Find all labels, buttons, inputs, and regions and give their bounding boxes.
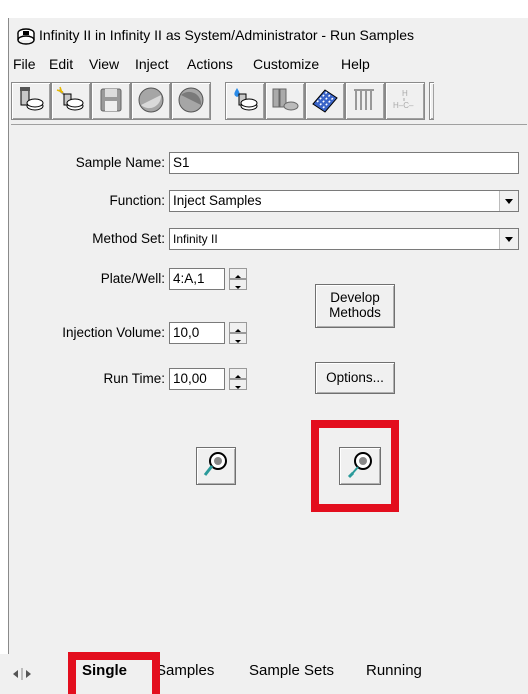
chevron-down-icon xyxy=(505,237,513,242)
toolbar: H H–C– xyxy=(9,78,528,122)
circle-button-2[interactable] xyxy=(171,82,211,120)
method-set-label: Method Set: xyxy=(92,231,165,246)
tab-samples[interactable]: Samples xyxy=(156,662,214,679)
menu-inject[interactable]: Inject xyxy=(135,56,168,72)
tab-scroll-arrows-icon[interactable] xyxy=(10,668,36,680)
wand-vial-icon xyxy=(56,86,84,111)
method-set-dropdown-button[interactable] xyxy=(499,229,518,249)
run-time-input[interactable]: 10,00 xyxy=(169,368,225,390)
inject-probe-icon xyxy=(203,452,227,476)
title-bar: Infinity II in Infinity II as System/Adm… xyxy=(9,18,528,54)
sample-name-input[interactable]: S1 xyxy=(169,152,519,174)
menu-view[interactable]: View xyxy=(89,56,119,72)
menu-bar: File Edit View Inject Actions Customize … xyxy=(9,54,528,76)
method-set-value: Infinity II xyxy=(173,232,218,246)
spin-up-button[interactable] xyxy=(229,268,247,279)
chevron-down-icon xyxy=(505,199,513,204)
run-samples-window: Infinity II in Infinity II as System/Adm… xyxy=(8,18,528,694)
wand-vial-button[interactable] xyxy=(51,82,91,120)
function-select[interactable]: Inject Samples xyxy=(169,190,519,212)
plate-well-label: Plate/Well: xyxy=(100,271,165,286)
drop-vial-icon xyxy=(234,88,258,111)
drop-vial-button[interactable] xyxy=(225,82,265,120)
tab-running[interactable]: Running xyxy=(366,662,422,679)
column-bars-icon xyxy=(354,89,374,110)
develop-methods-button[interactable]: Develop Methods xyxy=(315,284,395,328)
tab-bar: Single Samples Sample Sets Running xyxy=(0,652,528,694)
vials-button[interactable] xyxy=(265,82,305,120)
options-button[interactable]: Options... xyxy=(315,362,395,394)
menu-help[interactable]: Help xyxy=(341,56,370,72)
method-set-select[interactable]: Infinity II xyxy=(169,228,519,250)
menu-edit[interactable]: Edit xyxy=(49,56,73,72)
column-bars-button[interactable] xyxy=(345,82,385,120)
vials-icon xyxy=(272,88,299,111)
chemical-formula-button[interactable]: H H–C– xyxy=(385,82,425,120)
highlight-box-single-tab xyxy=(68,652,160,694)
save-button[interactable] xyxy=(91,82,131,120)
spin-down-icon xyxy=(235,286,241,289)
circle-button-1[interactable] xyxy=(131,82,171,120)
injection-volume-label: Injection Volume: xyxy=(62,325,165,340)
function-label: Function: xyxy=(109,193,165,208)
toolbar-edge xyxy=(429,82,434,120)
inject-probe-button[interactable] xyxy=(196,447,236,485)
single-sample-form: Sample Name: S1 Function: Inject Samples… xyxy=(11,124,527,672)
sample-name-label: Sample Name: xyxy=(75,155,165,170)
svg-text:H: H xyxy=(402,89,408,98)
plate-button[interactable] xyxy=(305,82,345,120)
circle-icon xyxy=(138,87,164,113)
svg-text:H–C–: H–C– xyxy=(393,101,414,110)
save-icon xyxy=(100,88,122,112)
plate-well-spinner[interactable] xyxy=(229,268,247,290)
spin-up-button[interactable] xyxy=(229,322,247,333)
spin-down-icon xyxy=(235,340,241,343)
function-value: Inject Samples xyxy=(173,193,262,208)
plate-well-input[interactable]: 4:A,1 xyxy=(169,268,225,290)
vial-button[interactable] xyxy=(11,82,51,120)
tab-sample-sets[interactable]: Sample Sets xyxy=(249,662,334,679)
chemical-formula-icon: H H–C– xyxy=(393,89,414,110)
highlight-box-inject xyxy=(311,420,399,512)
vial-icon xyxy=(20,87,44,111)
spin-down-icon xyxy=(235,386,241,389)
injection-volume-input[interactable]: 10,0 xyxy=(169,322,225,344)
injection-volume-spinner[interactable] xyxy=(229,322,247,344)
window-title: Infinity II in Infinity II as System/Adm… xyxy=(39,27,415,43)
circle-icon-2 xyxy=(178,87,204,113)
run-time-label: Run Time: xyxy=(103,371,165,386)
plate-icon xyxy=(312,89,338,113)
spin-up-button[interactable] xyxy=(229,368,247,379)
run-time-spinner[interactable] xyxy=(229,368,247,390)
spin-down-button[interactable] xyxy=(229,379,247,390)
menu-actions[interactable]: Actions xyxy=(187,56,233,72)
app-icon xyxy=(17,28,35,45)
spin-down-button[interactable] xyxy=(229,333,247,344)
menu-file[interactable]: File xyxy=(13,56,36,72)
function-dropdown-button[interactable] xyxy=(499,191,518,211)
menu-customize[interactable]: Customize xyxy=(253,56,319,72)
spin-down-button[interactable] xyxy=(229,279,247,290)
